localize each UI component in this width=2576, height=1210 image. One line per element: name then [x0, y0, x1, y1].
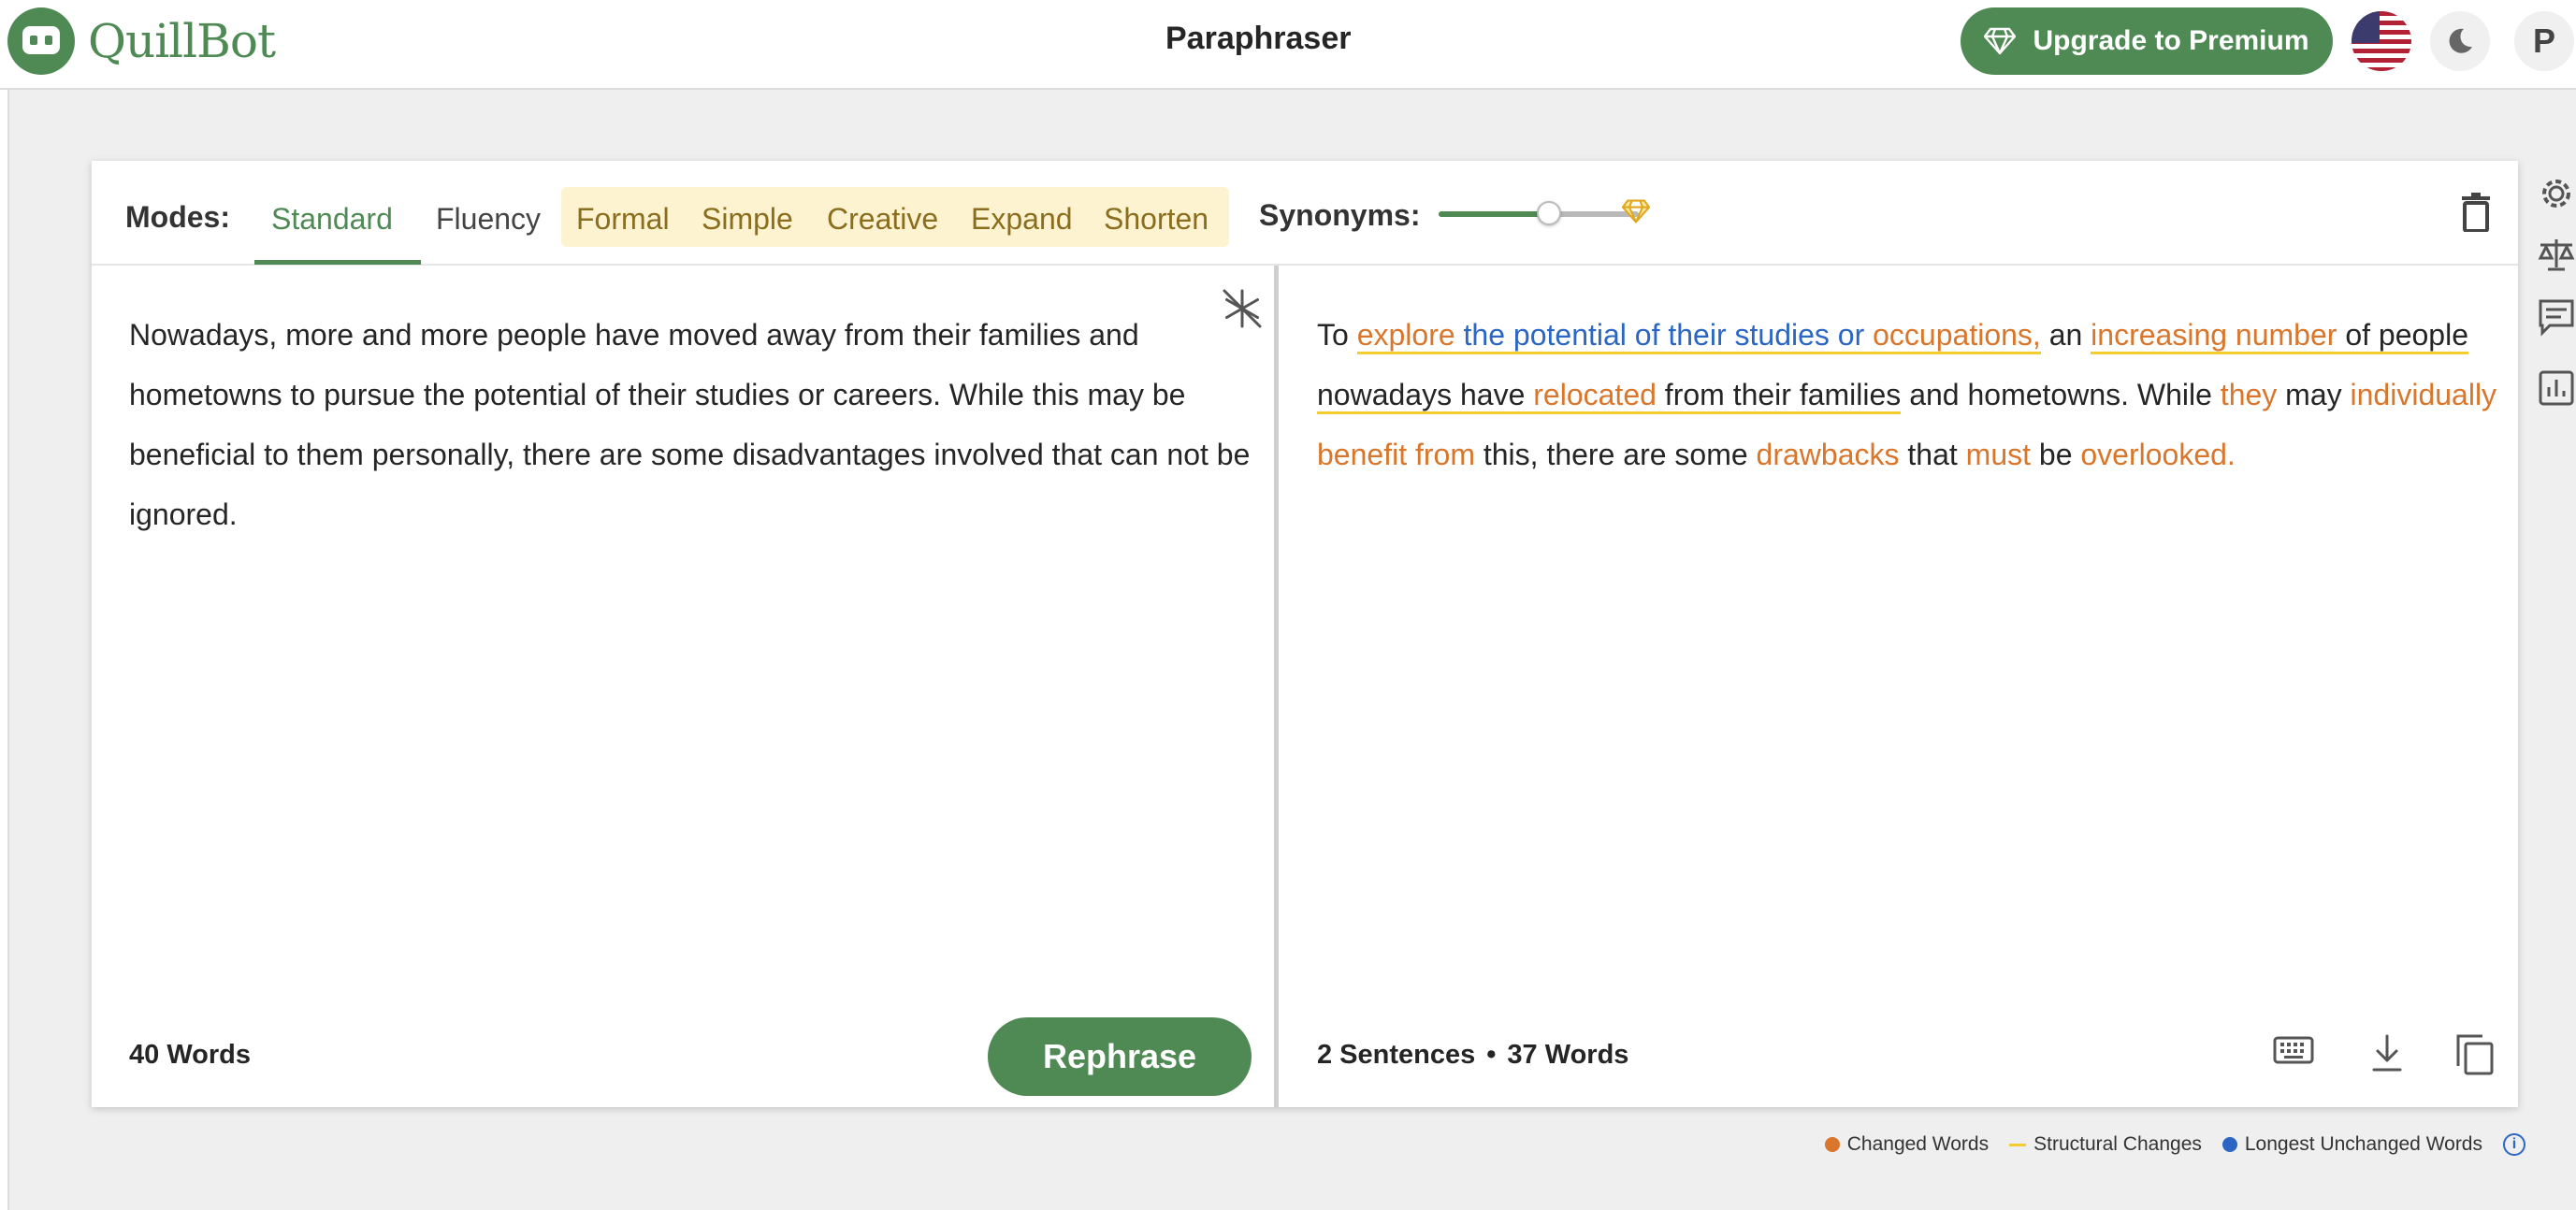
sentence-count: 2 Sentences: [1317, 1040, 1476, 1070]
paraphraser-card: Modes: Standard Fluency Formal Simple Cr…: [92, 161, 2518, 1107]
mode-standard[interactable]: Standard: [271, 202, 393, 237]
synonyms-slider-handle[interactable]: [1536, 201, 1561, 225]
legend-changed-label: Changed Words: [1846, 1133, 1990, 1155]
modes-label: Modes:: [125, 200, 230, 234]
diamond-icon: [1984, 27, 2017, 55]
changed-word[interactable]: must: [1966, 438, 2031, 471]
mode-fluency[interactable]: Fluency: [436, 202, 541, 237]
changed-word[interactable]: drawbacks: [1757, 438, 1900, 471]
avatar[interactable]: P: [2514, 11, 2574, 71]
output-segment: this, there are some: [1474, 438, 1757, 471]
stats-separator: •: [1486, 1040, 1497, 1070]
output-segment: [1454, 318, 1464, 354]
mode-formal[interactable]: Formal: [576, 202, 670, 237]
trash-icon[interactable]: [2460, 193, 2492, 232]
us-flag-icon[interactable]: [2352, 11, 2411, 71]
moon-icon: [2449, 28, 2472, 53]
upgrade-button[interactable]: Upgrade to Premium: [1961, 7, 2333, 75]
copy-icon[interactable]: [2454, 1032, 2496, 1075]
legend-longest: Longest Unchanged Words: [2221, 1133, 2482, 1156]
input-word-count: 40 Words: [129, 1040, 252, 1070]
mode-shorten[interactable]: Shorten: [1104, 202, 1208, 237]
mode-simple[interactable]: Simple: [702, 202, 793, 237]
output-stats: 2 Sentences • 37 Words: [1317, 1040, 1628, 1071]
input-text[interactable]: Nowadays, more and more people have move…: [129, 305, 1252, 544]
changed-dot: [1824, 1137, 1840, 1152]
premium-diamond-icon: [1622, 199, 1650, 223]
output-word-count: 37 Words: [1507, 1040, 1629, 1070]
legend-longest-label: Longest Unchanged Words: [2244, 1133, 2482, 1155]
statistics-icon[interactable]: [2537, 368, 2576, 408]
mode-creative[interactable]: Creative: [827, 202, 938, 237]
comments-icon[interactable]: [2537, 297, 2576, 337]
quillbot-logo[interactable]: QuillBot: [7, 7, 276, 75]
quillbot-robot-icon: [7, 7, 75, 75]
output-segment: and hometowns. While: [1901, 378, 2221, 411]
page-title: Paraphraser: [1165, 21, 1352, 56]
longest-dot: [2221, 1137, 2237, 1152]
mode-expand[interactable]: Expand: [971, 202, 1073, 237]
logo-text: QuillBot: [88, 14, 276, 68]
download-icon[interactable]: [2368, 1032, 2406, 1073]
output-text[interactable]: To explore the potential of their studie…: [1317, 305, 2505, 484]
upgrade-label: Upgrade to Premium: [2033, 25, 2309, 56]
changed-word[interactable]: they: [2221, 378, 2277, 411]
output-segment: may: [2277, 378, 2351, 411]
left-sidebar: [0, 90, 9, 1210]
highlight-legend: Changed Words Structural Changes Longest…: [1824, 1133, 2525, 1156]
output-segment: that: [1899, 438, 1966, 471]
synonyms-label: Synonyms:: [1259, 198, 1421, 232]
compare-icon[interactable]: [2537, 236, 2576, 273]
output-segment: To: [1317, 318, 1357, 352]
output-segment: be: [2031, 438, 2081, 471]
modes-bar: Modes: Standard Fluency Formal Simple Cr…: [92, 161, 2518, 266]
theme-toggle-button[interactable]: [2430, 11, 2490, 71]
changed-word[interactable]: occupations,: [1873, 318, 2041, 354]
rephrase-button[interactable]: Rephrase: [988, 1017, 1252, 1096]
pane-divider[interactable]: [1274, 266, 1279, 1107]
structural-dash: [2009, 1143, 2027, 1146]
info-icon[interactable]: i: [2503, 1133, 2525, 1156]
settings-icon[interactable]: [2537, 174, 2576, 213]
changed-word[interactable]: increasing number: [2091, 318, 2337, 354]
synonyms-slider-fill: [1439, 211, 1549, 217]
legend-changed: Changed Words: [1824, 1133, 1990, 1156]
output-segment: from their families: [1656, 378, 1902, 414]
changed-word[interactable]: explore: [1356, 318, 1455, 354]
synonyms-slider[interactable]: [1439, 201, 1639, 225]
output-segment: an: [2040, 318, 2091, 352]
legend-structural-label: Structural Changes: [2033, 1133, 2202, 1155]
keyboard-icon[interactable]: [2273, 1032, 2314, 1066]
legend-structural: Structural Changes: [2009, 1133, 2202, 1156]
active-mode-indicator: [254, 260, 421, 265]
top-bar: QuillBot Paraphraser Upgrade to Premium …: [0, 0, 2576, 90]
changed-word[interactable]: relocated: [1533, 378, 1657, 414]
changed-word[interactable]: overlooked.: [2080, 438, 2235, 471]
longest-unchanged-phrase: the potential of their studies or: [1463, 318, 1874, 354]
